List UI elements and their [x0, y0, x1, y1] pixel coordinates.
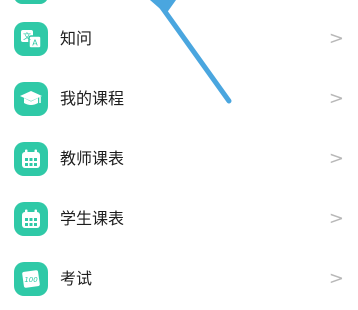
menu-item-my-courses[interactable]: 我的课程 >	[0, 70, 358, 130]
menu-item-label: 知问	[60, 29, 93, 48]
graduation-cap-icon	[14, 82, 48, 116]
exam-score-label: 100	[24, 276, 38, 284]
menu-item-student-schedule[interactable]: 学生课表 >	[0, 190, 358, 250]
exam-paper-icon: 100	[14, 262, 48, 296]
chevron-right-icon: >	[328, 208, 344, 229]
menu-item-label: 考试	[60, 269, 93, 288]
menu-list: 文 A 知问 > 我的课程 > 教师课表 > 学生课表 > 100 考试 >	[0, 0, 358, 300]
chevron-right-icon: >	[328, 148, 344, 169]
menu-item-zhiwen[interactable]: 文 A 知问 >	[0, 10, 358, 70]
svg-text:文: 文	[23, 31, 31, 41]
chevron-right-icon: >	[328, 28, 344, 49]
chevron-right-icon: >	[328, 88, 344, 109]
menu-item-exam[interactable]: 100 考试 >	[0, 250, 358, 310]
calendar-icon	[14, 202, 48, 236]
menu-item-label: 教师课表	[60, 149, 125, 168]
menu-item-label: 学生课表	[60, 209, 125, 228]
menu-item-teacher-schedule[interactable]: 教师课表 >	[0, 130, 358, 190]
svg-text:A: A	[32, 39, 38, 48]
calendar-icon	[14, 142, 48, 176]
menu-item-label: 我的课程	[60, 89, 125, 108]
chevron-right-icon: >	[328, 268, 344, 289]
translate-icon: 文 A	[14, 22, 48, 56]
